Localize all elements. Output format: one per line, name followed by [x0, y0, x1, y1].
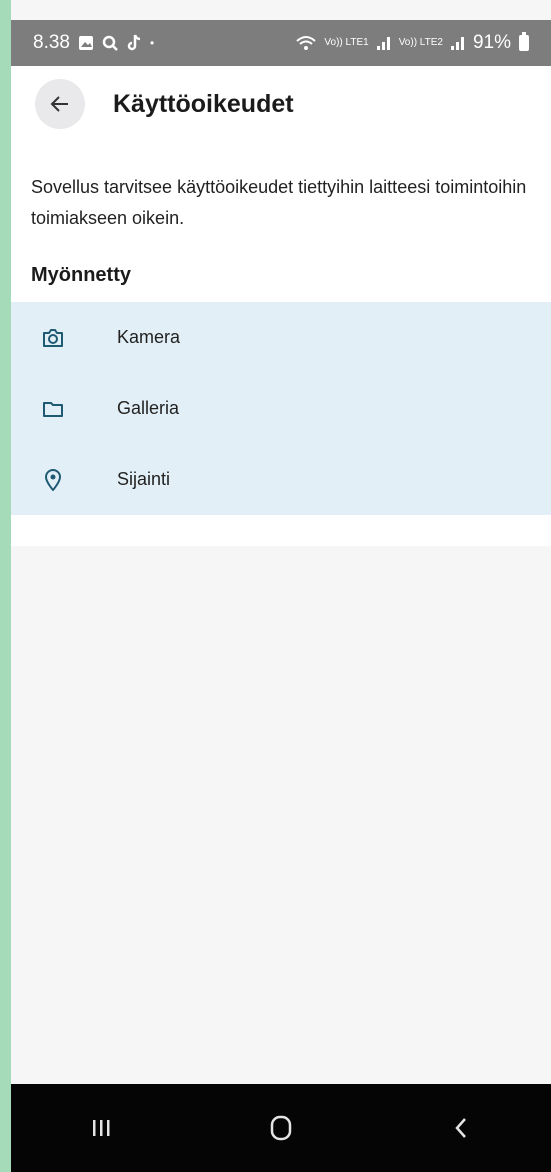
- system-navigation-bar: [11, 1084, 551, 1172]
- search-notification-icon: [102, 35, 118, 51]
- home-icon: [270, 1115, 292, 1141]
- battery-icon: [519, 32, 529, 51]
- back-nav-button[interactable]: [421, 1098, 501, 1158]
- app-bar: Käyttöoikeudet: [11, 66, 551, 143]
- tiktok-notification-icon: [127, 34, 141, 51]
- chevron-left-icon: [455, 1118, 466, 1138]
- location-pin-icon: [41, 468, 65, 492]
- permission-label: Sijainti: [117, 469, 171, 489]
- camera-icon: [41, 326, 65, 350]
- permission-label: Kamera: [117, 327, 181, 347]
- permission-label: Galleria: [117, 398, 180, 418]
- permission-item-gallery[interactable]: Galleria: [11, 373, 551, 444]
- section-title-granted: Myönnetty: [31, 264, 131, 286]
- wifi-icon: [296, 36, 317, 50]
- sim1-signal: Vo)) LTE1: [324, 38, 368, 48]
- battery-percent: 91%: [472, 32, 511, 53]
- folder-icon: [41, 397, 65, 421]
- recent-apps-icon: [93, 1120, 110, 1136]
- arrow-left-icon: [50, 96, 68, 112]
- granted-permissions-list: Kamera Galleria Sijainti: [11, 302, 551, 515]
- main-content: Sovellus tarvitsee käyttöoikeudet tietty…: [11, 142, 551, 546]
- more-notifications-dot-icon: •: [149, 36, 155, 50]
- home-button[interactable]: [241, 1098, 321, 1158]
- status-bar: 8.38 • Vo)) LTE1 Vo)) LTE2 91%: [11, 20, 551, 66]
- permission-item-camera[interactable]: Kamera: [11, 302, 551, 373]
- status-right: Vo)) LTE1 Vo)) LTE2 91%: [296, 32, 529, 54]
- page-title: Käyttöoikeudet: [113, 89, 294, 118]
- recent-apps-button[interactable]: [61, 1098, 141, 1158]
- image-notification-icon: [78, 36, 93, 50]
- sim1-label: Vo)) LTE1: [324, 37, 369, 48]
- phone-screen: 8.38 • Vo)) LTE1 Vo)) LTE2 91% Käyttöoik…: [11, 0, 551, 1172]
- back-button[interactable]: [35, 79, 85, 129]
- sim2-signal: Vo)) LTE2: [399, 38, 443, 48]
- permissions-description: Sovellus tarvitsee käyttöoikeudet tietty…: [31, 177, 527, 228]
- signal-bars-2-icon: [450, 37, 464, 50]
- status-left: 8.38 •: [33, 32, 154, 54]
- status-time: 8.38: [33, 32, 70, 53]
- sim2-label: Vo)) LTE2: [398, 37, 443, 48]
- signal-bars-1-icon: [376, 37, 390, 50]
- permission-item-location[interactable]: Sijainti: [11, 444, 551, 515]
